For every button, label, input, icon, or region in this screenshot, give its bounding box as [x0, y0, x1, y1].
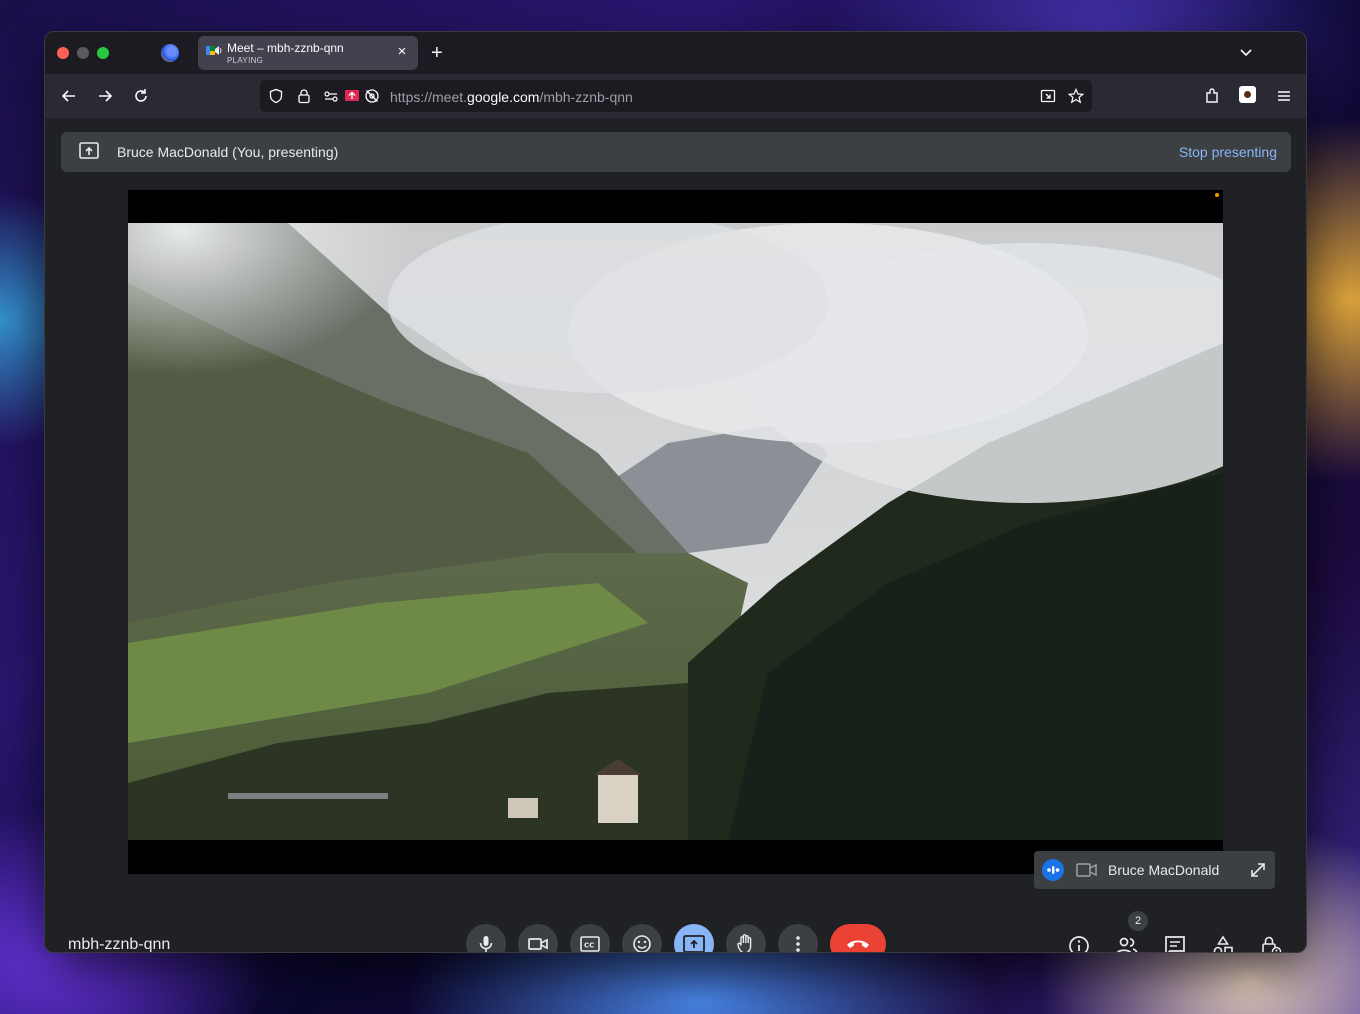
- chat-icon: [1165, 936, 1185, 952]
- captions-icon: CC: [580, 936, 600, 952]
- people-button[interactable]: [1115, 934, 1139, 952]
- meeting-code: mbh-zznb-qnn: [68, 936, 171, 953]
- end-call-icon: [847, 940, 869, 948]
- more-options-icon: [796, 936, 800, 952]
- camera-button[interactable]: [518, 924, 558, 952]
- minimize-window-button[interactable]: [77, 47, 89, 59]
- tab-meet[interactable]: Meet – mbh-zznb-qnn PLAYING ×: [198, 36, 418, 70]
- host-controls-icon: [1262, 936, 1282, 952]
- raise-hand-button[interactable]: [726, 924, 766, 952]
- more-options-button[interactable]: [778, 924, 818, 952]
- browser-window: Meet – mbh-zznb-qnn PLAYING × + https://…: [44, 31, 1307, 953]
- svg-text:CC: CC: [584, 942, 594, 950]
- chat-button[interactable]: [1163, 934, 1187, 952]
- account-avatar[interactable]: [1239, 86, 1256, 103]
- recording-indicator: [1215, 193, 1219, 197]
- present-screen-icon: [79, 142, 99, 159]
- extensions-icon[interactable]: [1202, 86, 1222, 106]
- speaking-indicator-icon: [1042, 859, 1064, 881]
- meet-content: Bruce MacDonald (You, presenting) Stop p…: [45, 118, 1306, 953]
- present-icon: [683, 935, 705, 952]
- reload-icon[interactable]: [131, 86, 151, 106]
- chevron-down-icon[interactable]: [1238, 44, 1254, 60]
- microphone-icon: [479, 936, 493, 952]
- menu-icon[interactable]: [1274, 86, 1294, 106]
- captions-button[interactable]: CC: [570, 924, 610, 952]
- presenting-banner: Bruce MacDonald (You, presenting) Stop p…: [61, 132, 1291, 172]
- screen-sharing-indicator-icon[interactable]: [344, 88, 360, 104]
- tab-close-icon[interactable]: ×: [394, 44, 410, 60]
- info-icon: [1069, 936, 1089, 952]
- picture-in-picture-icon[interactable]: [1040, 88, 1056, 104]
- tracking-blocked-icon[interactable]: [364, 88, 380, 104]
- shared-video-frame: [128, 223, 1223, 840]
- bookmark-star-icon[interactable]: [1068, 88, 1084, 104]
- presentation-stage: [128, 190, 1223, 874]
- activities-button[interactable]: [1211, 934, 1235, 952]
- tab-playing-label: PLAYING: [227, 56, 264, 65]
- leave-call-button[interactable]: [830, 924, 886, 952]
- meet-favicon-icon: [206, 46, 222, 55]
- people-icon: [1117, 937, 1138, 952]
- forward-icon[interactable]: [95, 86, 115, 106]
- emoji-reaction-button[interactable]: [622, 924, 662, 952]
- camera-icon: [528, 938, 548, 950]
- stop-presenting-button[interactable]: Stop presenting: [1179, 144, 1277, 160]
- raise-hand-icon: [737, 934, 752, 952]
- presenting-label: Bruce MacDonald (You, presenting): [117, 144, 339, 160]
- activities-icon: [1213, 935, 1233, 952]
- maximize-window-button[interactable]: [97, 47, 109, 59]
- tab-bar: Meet – mbh-zznb-qnn PLAYING × +: [45, 32, 1306, 74]
- participant-count-badge: 2: [1128, 911, 1148, 931]
- lock-icon[interactable]: [296, 88, 312, 104]
- url-bar[interactable]: https://meet.google.com/mbh-zznb-qnn: [260, 80, 1092, 112]
- shield-icon[interactable]: [268, 88, 284, 104]
- url-text[interactable]: https://meet.google.com/mbh-zznb-qnn: [390, 89, 633, 105]
- expand-icon[interactable]: [1249, 861, 1267, 879]
- close-window-button[interactable]: [57, 47, 69, 59]
- new-tab-button[interactable]: +: [431, 43, 443, 63]
- present-now-button[interactable]: [674, 924, 714, 952]
- permissions-icon[interactable]: [323, 88, 339, 104]
- host-controls-button[interactable]: [1259, 934, 1283, 952]
- back-icon[interactable]: [59, 86, 79, 106]
- self-view-tile[interactable]: Bruce MacDonald: [1034, 851, 1275, 889]
- microphone-button[interactable]: [466, 924, 506, 952]
- firefox-icon[interactable]: [161, 44, 179, 62]
- tab-title: Meet – mbh-zznb-qnn: [227, 41, 344, 55]
- emoji-icon: [633, 935, 651, 952]
- camera-off-icon: [1076, 863, 1097, 877]
- participant-name: Bruce MacDonald: [1108, 862, 1220, 878]
- navigation-bar: https://meet.google.com/mbh-zznb-qnn: [45, 74, 1306, 118]
- meeting-info-button[interactable]: [1067, 934, 1091, 952]
